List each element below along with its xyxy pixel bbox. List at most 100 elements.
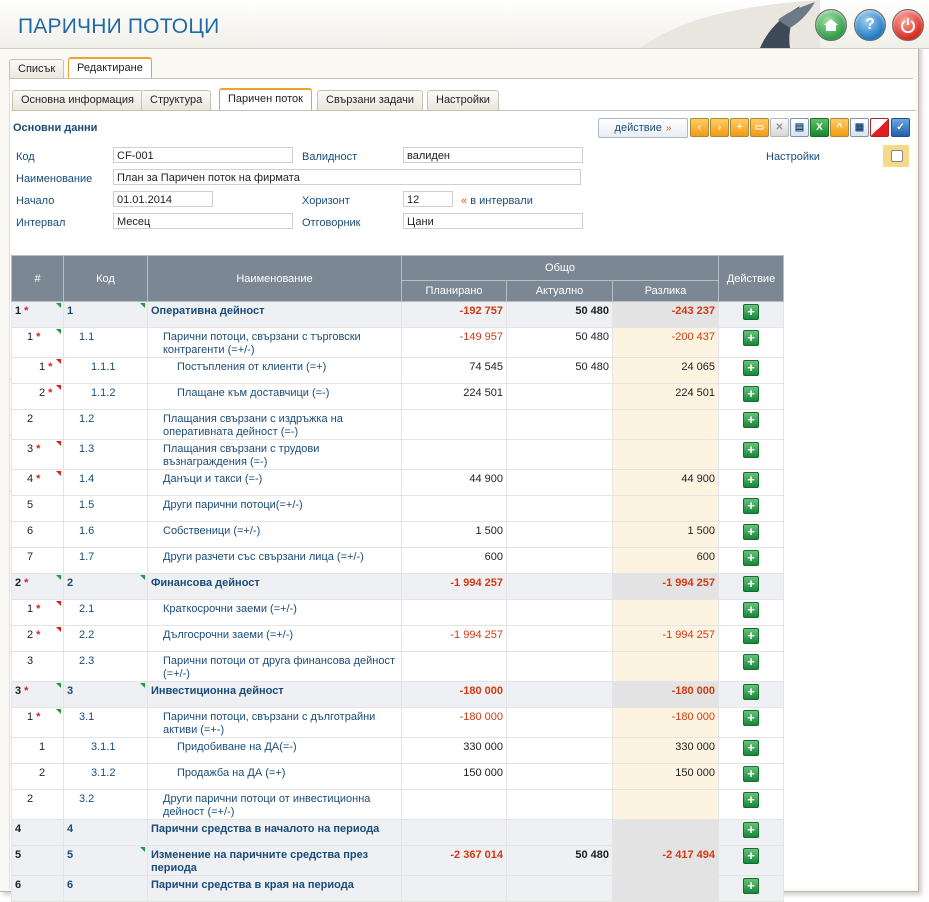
col-header-planned[interactable]: Планирано [401, 280, 507, 302]
cell-planned[interactable]: -180 000 [401, 707, 507, 738]
calculator-button[interactable]: ▦ [850, 118, 869, 137]
add-button[interactable]: + [730, 118, 749, 137]
cell-planned[interactable]: -1 994 257 [401, 573, 507, 600]
cell-name[interactable]: Парични потоци, свързани с дълготрайни а… [147, 707, 402, 738]
logout-button[interactable] [892, 9, 924, 41]
cell-actual[interactable] [506, 599, 613, 626]
table-row[interactable]: 7 1.7 Други разчети със свързани лица (=+/… [11, 547, 785, 574]
cell-actual[interactable]: 50 480 [506, 357, 613, 384]
tab-cash-flow[interactable]: Паричен поток [219, 88, 312, 110]
cell-code[interactable]: 1.5 [63, 495, 148, 522]
cell-code[interactable]: 2.2 [63, 625, 148, 652]
settings-checkbox[interactable] [883, 145, 909, 167]
cell-code[interactable]: 1.1.1 [63, 357, 148, 384]
delete-button[interactable]: ✕ [770, 118, 789, 137]
table-row[interactable]: 4 * 1.4 Данъци и такси (=-) 44 900 44 900 + [11, 469, 785, 496]
cell-code[interactable]: 1.3 [63, 439, 148, 470]
cell-code[interactable]: 3.1.2 [63, 763, 148, 790]
cell-planned[interactable] [401, 651, 507, 682]
cell-planned[interactable]: 600 [401, 547, 507, 574]
table-row[interactable]: 4 4 Парични средства в началото на периода… [11, 819, 785, 846]
cell-name[interactable]: Изменение на паричните средства през пер… [147, 845, 402, 876]
cell-actual[interactable] [506, 789, 613, 820]
name-field[interactable]: План за Паричен поток на фирмата [113, 169, 581, 185]
table-row[interactable]: 1 * 3.1 Парични потоци, свързани с дълготра… [11, 707, 785, 738]
cell-planned[interactable]: 1 500 [401, 521, 507, 548]
cell-code[interactable]: 1 [63, 301, 148, 328]
cell-actual[interactable] [506, 573, 613, 600]
table-row[interactable]: 2 1.2 Плащания свързани с издръжка на опер… [11, 409, 785, 440]
save-button[interactable]: ✓ [891, 118, 910, 137]
cell-name[interactable]: Продажба на ДА (=+) [147, 763, 402, 790]
table-row[interactable]: 1 3.1.1 Придобиване на ДА(=-) 330 000 330 00… [11, 737, 785, 764]
cell-name[interactable]: Други парични потоци от инвестиционна де… [147, 789, 402, 820]
validity-field[interactable]: валиден [403, 147, 583, 163]
cell-name[interactable]: Други разчети със свързани лица (=+/-) [147, 547, 402, 574]
cell-actual[interactable]: 50 480 [506, 845, 613, 876]
add-row-button[interactable]: + [743, 304, 760, 320]
owner-field[interactable]: Цани [403, 213, 583, 229]
cell-planned[interactable]: 44 900 [401, 469, 507, 496]
table-row[interactable]: 2 * 2.2 Дългосрочни заеми (=+/-) -1 994 257 -… [11, 625, 785, 652]
cell-planned[interactable] [401, 789, 507, 820]
table-row[interactable]: 3 * 1.3 Плащания свързани с трудови възнагр… [11, 439, 785, 470]
prev-button[interactable]: ‹ [690, 118, 709, 137]
add-row-button[interactable]: + [743, 498, 760, 514]
col-header-idx[interactable]: # [11, 255, 64, 302]
cell-planned[interactable]: -1 994 257 [401, 625, 507, 652]
cell-actual[interactable] [506, 383, 613, 410]
next-button[interactable]: › [710, 118, 729, 137]
table-row[interactable]: 1 * 1 Оперативна дейност -192 757 50 480 -243 … [11, 301, 785, 328]
cell-name[interactable]: Постъпления от клиенти (=+) [147, 357, 402, 384]
cell-name[interactable]: Други парични потоци(=+/-) [147, 495, 402, 522]
interval-field[interactable]: Месец [113, 213, 293, 229]
cell-planned[interactable] [401, 599, 507, 626]
add-row-button[interactable]: + [743, 766, 760, 782]
tab-related-tasks[interactable]: Свързани задачи [317, 90, 424, 110]
table-row[interactable]: 5 1.5 Други парични потоци(=+/-) + [11, 495, 785, 522]
cell-code[interactable]: 1.4 [63, 469, 148, 496]
cell-planned[interactable] [401, 875, 507, 902]
add-row-button[interactable]: + [743, 524, 760, 540]
cell-actual[interactable] [506, 681, 613, 708]
cell-name[interactable]: Оперативна дейност [147, 301, 402, 328]
cell-code[interactable]: 4 [63, 819, 148, 846]
add-row-button[interactable]: + [743, 550, 760, 566]
cell-actual[interactable] [506, 439, 613, 470]
add-row-button[interactable]: + [743, 472, 760, 488]
table-row[interactable]: 3 * 3 Инвестиционна дейност -180 000 -180 000… [11, 681, 785, 708]
cell-planned[interactable]: -149 957 [401, 327, 507, 358]
add-row-button[interactable]: + [743, 654, 760, 670]
cell-name[interactable]: Плащане към доставчици (=-) [147, 383, 402, 410]
home-button[interactable] [815, 9, 847, 41]
add-row-button[interactable]: + [743, 628, 760, 644]
cell-actual[interactable] [506, 547, 613, 574]
tab-basic-info[interactable]: Основна информация [12, 90, 143, 110]
table-row[interactable]: 6 6 Парични средства в края на периода + [11, 875, 785, 902]
cell-name[interactable]: Плащания свързани с издръжка на оператив… [147, 409, 402, 440]
cell-name[interactable]: Данъци и такси (=-) [147, 469, 402, 496]
cell-name[interactable]: Парични потоци, свързани с търговски кон… [147, 327, 402, 358]
cell-name[interactable]: Парични средства в началото на периода [147, 819, 402, 846]
cell-code[interactable]: 1.6 [63, 521, 148, 548]
cell-planned[interactable]: 330 000 [401, 737, 507, 764]
add-row-button[interactable]: + [743, 576, 760, 592]
cell-actual[interactable] [506, 763, 613, 790]
col-header-name[interactable]: Наименование [147, 255, 402, 302]
cell-planned[interactable]: 74 545 [401, 357, 507, 384]
cell-name[interactable]: Инвестиционна дейност [147, 681, 402, 708]
tab-structure[interactable]: Структура [141, 90, 212, 110]
table-row[interactable]: 2 3.1.2 Продажба на ДА (=+) 150 000 150 000 + [11, 763, 785, 790]
cell-actual[interactable] [506, 651, 613, 682]
cell-planned[interactable]: -180 000 [401, 681, 507, 708]
add-row-button[interactable]: + [743, 412, 760, 428]
cell-planned[interactable] [401, 495, 507, 522]
cell-planned[interactable] [401, 409, 507, 440]
add-row-button[interactable]: + [743, 710, 760, 726]
cell-actual[interactable] [506, 875, 613, 902]
cell-code[interactable]: 2.3 [63, 651, 148, 682]
cell-planned[interactable]: 224 501 [401, 383, 507, 410]
table-row[interactable]: 6 1.6 Собственици (=+/-) 1 500 1 500 + [11, 521, 785, 548]
horizon-unit-link[interactable]: « в интервали [461, 195, 533, 207]
action-dropdown-button[interactable]: действие » [598, 118, 688, 138]
